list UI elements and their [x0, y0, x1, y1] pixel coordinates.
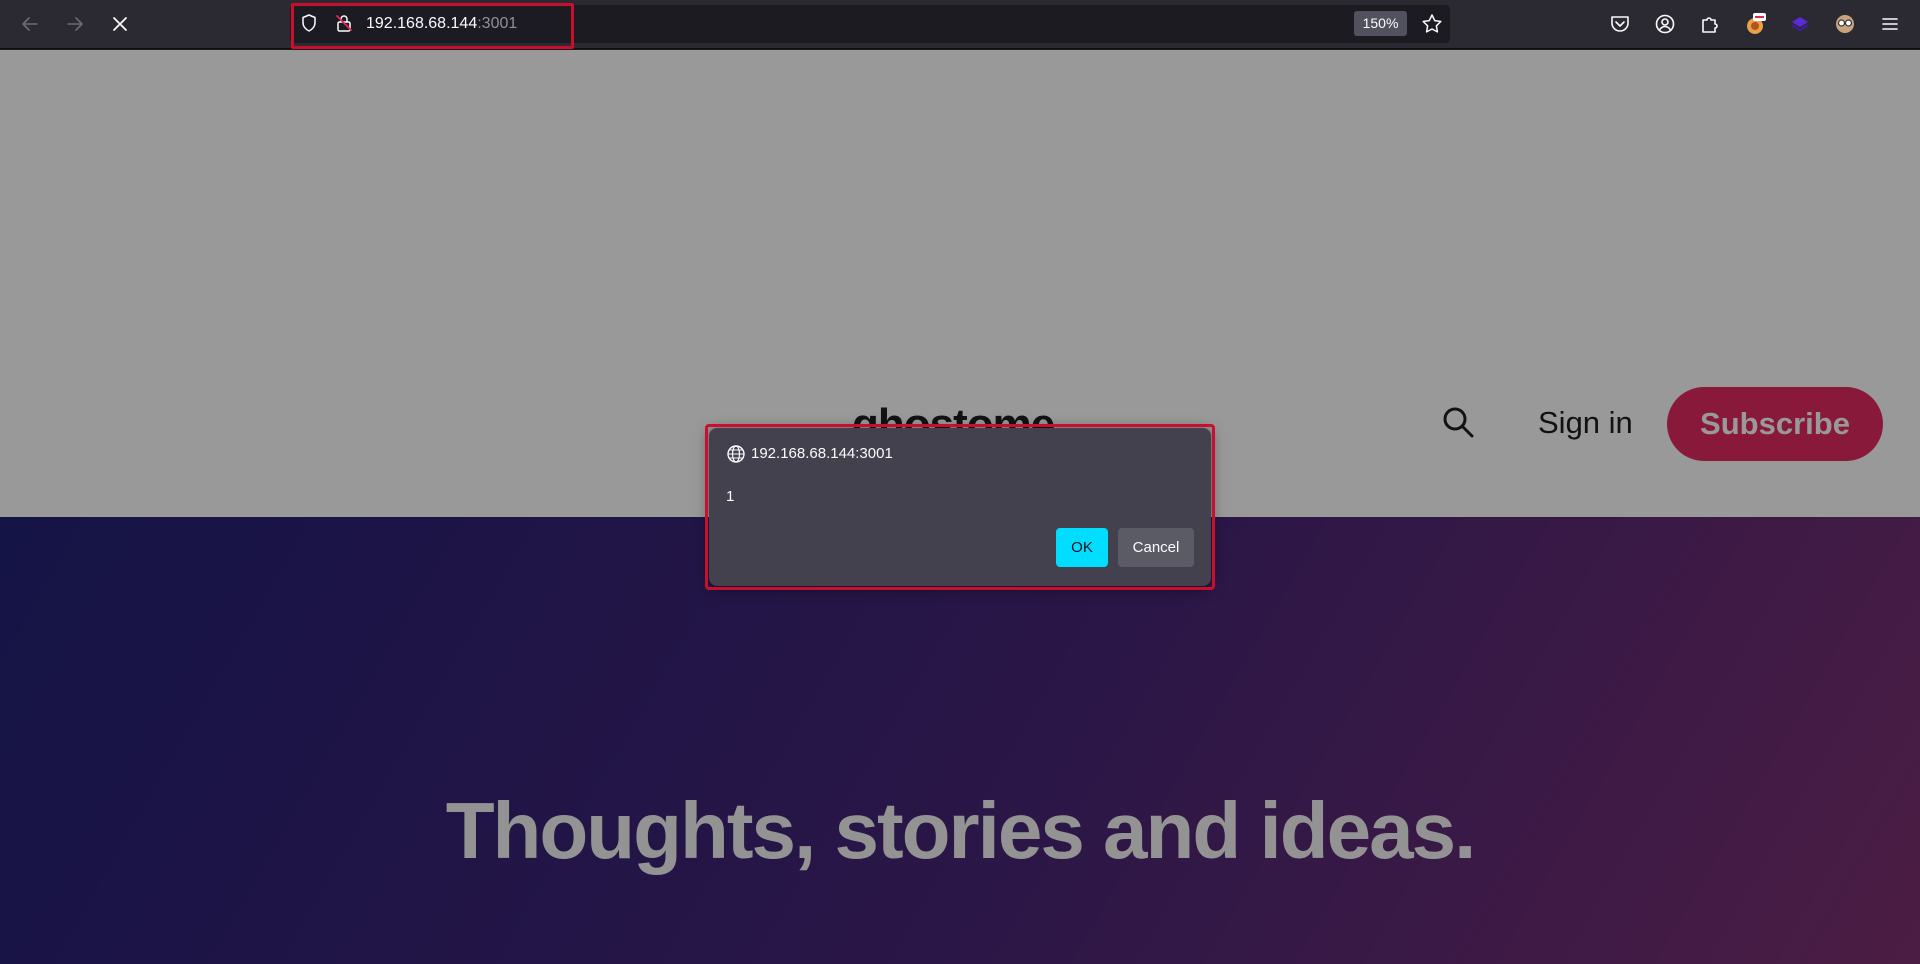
- dialog-message: 1: [726, 488, 735, 505]
- account-icon: [1655, 14, 1675, 34]
- close-icon: [113, 17, 127, 31]
- extension-two-button[interactable]: [1788, 12, 1812, 36]
- puzzle-icon: [1702, 17, 1718, 33]
- insecure-lock-icon[interactable]: [334, 13, 354, 33]
- zoom-level-badge[interactable]: 150%: [1354, 11, 1407, 36]
- alert-dialog: 192.168.68.144:3001 1 OK Cancel: [709, 428, 1211, 586]
- arrow-left-icon: [22, 17, 38, 31]
- star-icon[interactable]: [1420, 12, 1444, 36]
- hamburger-menu-icon: [1882, 18, 1898, 30]
- back-button[interactable]: [14, 8, 46, 40]
- layers-icon: [1791, 17, 1809, 32]
- url-text[interactable]: 192.168.68.144:3001: [366, 13, 517, 35]
- cancel-button[interactable]: Cancel: [1118, 528, 1194, 567]
- menu-button[interactable]: [1878, 12, 1902, 36]
- globe-icon: [727, 445, 745, 463]
- shield-icon[interactable]: [299, 13, 319, 33]
- extension-three-button[interactable]: [1833, 12, 1857, 36]
- ok-button[interactable]: OK: [1056, 528, 1108, 567]
- arrow-right-icon: [67, 17, 83, 31]
- url-port: :3001: [477, 15, 518, 32]
- forward-button[interactable]: [59, 8, 91, 40]
- extension-one-button[interactable]: [1743, 12, 1767, 36]
- stop-loading-button[interactable]: [104, 8, 136, 40]
- extension-badge-icon: [1747, 13, 1766, 34]
- account-button[interactable]: [1653, 12, 1677, 36]
- pocket-button[interactable]: [1608, 12, 1632, 36]
- goggles-icon: [1836, 15, 1854, 33]
- pocket-icon: [1611, 16, 1629, 32]
- dialog-origin: 192.168.68.144:3001: [751, 445, 893, 462]
- extensions-button[interactable]: [1698, 12, 1722, 36]
- browser-toolbar: 192.168.68.144:3001 150%: [0, 0, 1920, 49]
- url-host: 192.168.68.144: [366, 15, 478, 32]
